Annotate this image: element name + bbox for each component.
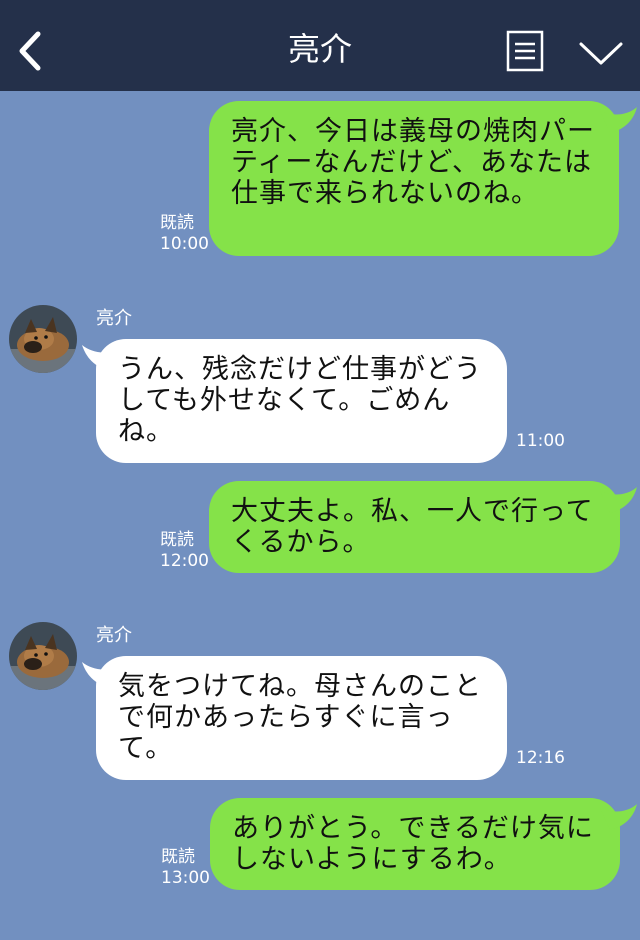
message-bubble-sent[interactable]: 大丈夫よ。私、一人で行ってくるから。 (209, 481, 620, 573)
message-row-received: 亮介 うん、残念だけど仕事がどうしても外せなくて。ごめんね。 11:00 (0, 305, 640, 465)
message-bubble-received[interactable]: 気をつけてね。母さんのことで何かあったらすぐに言って。 (96, 656, 507, 780)
dog-avatar[interactable] (9, 622, 77, 690)
menu-icon[interactable] (506, 30, 544, 72)
chat-title: 亮介 (287, 30, 352, 68)
bubble-tail (600, 487, 637, 513)
chat-header: 亮介 (0, 0, 640, 91)
message-text: 気をつけてね。母さんのことで何かあったらすぐに言って。 (118, 671, 482, 764)
message-text: 大丈夫よ。私、一人で行ってくるから。 (231, 496, 594, 558)
message-text: 亮介、今日は義母の焼肉パーティーなんだけど、あなたは仕事で来られないのね。 (231, 116, 595, 209)
message-bubble-sent[interactable]: ありがとう。できるだけ気にしないようにするわ。 (210, 798, 620, 890)
message-row-sent: 大丈夫よ。私、一人で行ってくるから。 既読 12:00 (0, 481, 640, 573)
read-receipt: 既読 10:00 (160, 213, 209, 254)
chevron-down-icon[interactable] (578, 40, 624, 68)
message-bubble-received[interactable]: うん、残念だけど仕事がどうしても外せなくて。ごめんね。 (96, 339, 507, 463)
dog-avatar[interactable] (9, 305, 77, 373)
message-bubble-sent[interactable]: 亮介、今日は義母の焼肉パーティーなんだけど、あなたは仕事で来られないのね。 (209, 101, 619, 256)
bubble-tail (600, 804, 637, 830)
message-text: ありがとう。できるだけ気にしないようにするわ。 (232, 813, 594, 875)
message-row-sent: ありがとう。できるだけ気にしないようにするわ。 既読 13:00 (0, 798, 640, 890)
sender-name: 亮介 (96, 308, 132, 329)
message-time: 10:00 (160, 234, 209, 254)
message-time: 12:00 (160, 551, 209, 571)
read-receipt: 既読 13:00 (161, 847, 210, 888)
message-time: 11:00 (516, 431, 565, 451)
message-time: 12:16 (516, 748, 565, 768)
message-row-received: 亮介 気をつけてね。母さんのことで何かあったらすぐに言って。 12:16 (0, 622, 640, 782)
message-time: 13:00 (161, 868, 210, 888)
sender-name: 亮介 (96, 625, 132, 646)
read-receipt: 既読 12:00 (160, 530, 209, 571)
bubble-tail (600, 107, 637, 133)
message-text: うん、残念だけど仕事がどうしても外せなくて。ごめんね。 (118, 354, 482, 447)
message-row-sent: 亮介、今日は義母の焼肉パーティーなんだけど、あなたは仕事で来られないのね。 既読… (0, 101, 640, 256)
